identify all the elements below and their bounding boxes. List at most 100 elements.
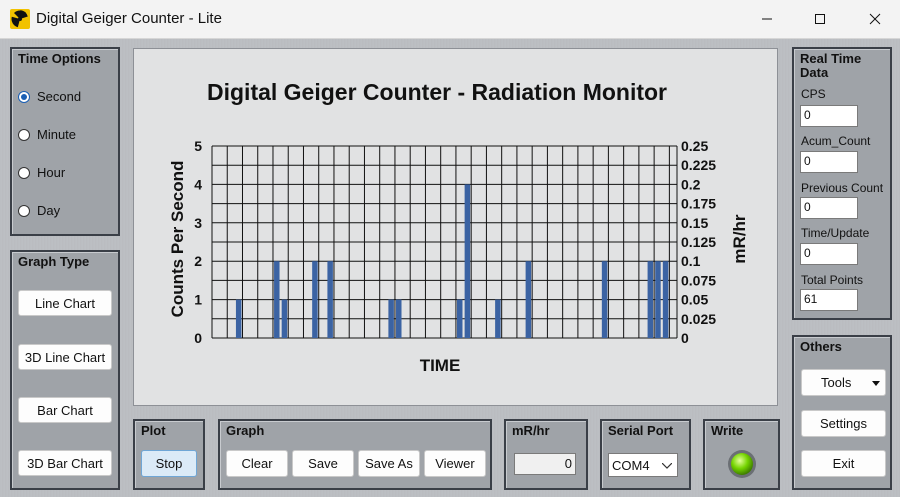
y2-tick-label: 0.125: [681, 234, 716, 250]
x-axis-label: TIME: [420, 356, 461, 375]
graph-title: Graph: [226, 423, 265, 438]
radio-label: Hour: [37, 165, 66, 180]
tools-dropdown[interactable]: Tools: [801, 369, 886, 396]
graph-panel: Graph Clear Save Save As Viewer: [218, 419, 492, 490]
serial-port-title: Serial Port: [608, 423, 674, 438]
write-title: Write: [711, 423, 744, 438]
serial-port-value: COM4: [612, 458, 650, 473]
y-axis-label: Counts Per Second: [168, 161, 187, 318]
plot-panel: Plot Stop: [133, 419, 205, 490]
close-button[interactable]: [852, 0, 898, 38]
graph-type-title: Graph Type: [18, 254, 90, 269]
others-panel: Others Tools Settings Exit: [792, 335, 892, 490]
maximize-button[interactable]: [797, 0, 843, 38]
bar: [601, 261, 608, 338]
save-as-button[interactable]: Save As: [358, 450, 420, 477]
radiation-icon: [10, 9, 30, 29]
serial-port-panel: Serial Port COM4: [600, 419, 691, 490]
mrhr-title: mR/hr: [512, 423, 550, 438]
viewer-button[interactable]: Viewer: [424, 450, 486, 477]
y2-tick-label: 0: [681, 330, 689, 346]
radio-second[interactable]: Second: [18, 89, 81, 104]
total-points-field[interactable]: 61: [800, 289, 858, 311]
3d-line-chart-button[interactable]: 3D Line Chart: [18, 344, 112, 370]
plot-title: Plot: [141, 423, 166, 438]
mrhr-field[interactable]: 0: [514, 453, 576, 475]
y2-axis-ticks: 0 0.025 0.05 0.075 0.1 0.125 0.15 0.175 0.2 0.225…: [681, 138, 716, 346]
chart-title: Digital Geiger Counter - Radiation Monit…: [207, 79, 667, 105]
bar: [281, 299, 288, 338]
bar: [464, 184, 471, 338]
radio-day[interactable]: Day: [18, 203, 60, 218]
cps-label: CPS: [801, 87, 826, 101]
bar: [525, 261, 532, 338]
exit-button[interactable]: Exit: [801, 450, 886, 477]
radio-hour[interactable]: Hour: [18, 165, 65, 180]
title-bar: Digital Geiger Counter - Lite: [0, 0, 900, 39]
y-tick-label: 5: [194, 138, 202, 154]
bar: [388, 299, 394, 338]
bar: [312, 261, 318, 338]
bar: [274, 261, 280, 338]
y2-tick-label: 0.075: [681, 272, 716, 288]
y2-tick-label: 0.225: [681, 157, 716, 173]
time-options-panel: Time Options Second Minute Hour Day: [10, 47, 120, 236]
previous-count-label: Previous Count: [801, 181, 884, 195]
minimize-button[interactable]: [744, 0, 790, 38]
clear-button[interactable]: Clear: [226, 450, 288, 477]
y2-tick-label: 0.05: [681, 292, 708, 308]
bar: [662, 261, 669, 338]
bar: [396, 299, 402, 338]
y-tick-label: 1: [194, 292, 202, 308]
minimize-icon: [762, 18, 772, 20]
bar: [327, 261, 333, 338]
write-led-indicator: [728, 450, 756, 478]
radio-dot: [18, 166, 30, 179]
total-points-label: Total Points: [801, 273, 864, 287]
tools-label: Tools: [821, 375, 852, 390]
bar-chart-button[interactable]: Bar Chart: [18, 397, 112, 423]
line-chart-button[interactable]: Line Chart: [18, 290, 112, 316]
real-time-data-title: Real Time Data: [800, 51, 862, 80]
radio-label: Second: [37, 89, 82, 104]
y2-axis-label: mR/hr: [730, 214, 749, 264]
chevron-down-icon: [662, 463, 672, 469]
previous-count-field[interactable]: 0: [800, 197, 858, 219]
radio-label: Day: [37, 203, 61, 218]
bar: [495, 299, 501, 338]
y2-tick-label: 0.15: [681, 215, 708, 231]
stop-button[interactable]: Stop: [141, 450, 197, 477]
save-button[interactable]: Save: [292, 450, 354, 477]
radio-minute[interactable]: Minute: [18, 127, 76, 142]
y2-tick-label: 0.175: [681, 196, 716, 212]
acum-count-label: Acum_Count: [801, 134, 871, 148]
y-tick-label: 3: [194, 215, 202, 231]
acum-count-field[interactable]: 0: [800, 151, 858, 173]
radio-dot: [18, 204, 30, 217]
y2-tick-label: 0.1: [681, 253, 701, 269]
others-title: Others: [800, 339, 842, 354]
time-update-field[interactable]: 0: [800, 243, 858, 265]
real-time-data-panel: Real Time Data CPS 0 Acum_Count 0 Previo…: [792, 47, 892, 320]
y2-tick-label: 0.025: [681, 311, 716, 327]
cps-field[interactable]: 0: [800, 105, 858, 127]
chart-area: Digital Geiger Counter - Radiation Monit…: [133, 48, 778, 406]
serial-port-select[interactable]: COM4: [608, 453, 678, 477]
radio-dot: [18, 90, 30, 103]
bar: [235, 299, 242, 338]
bar: [655, 261, 661, 338]
write-panel: Write: [703, 419, 780, 490]
y-axis-ticks: 0 1 2 3 4 5: [194, 138, 202, 346]
caret-down-icon: [872, 381, 880, 386]
time-update-label: Time/Update: [801, 226, 870, 240]
mrhr-panel: mR/hr 0: [504, 419, 588, 490]
y-tick-label: 0: [194, 330, 202, 346]
maximize-icon: [815, 14, 825, 24]
3d-bar-chart-button[interactable]: 3D Bar Chart: [18, 450, 112, 476]
settings-button[interactable]: Settings: [801, 410, 886, 437]
y-tick-label: 2: [194, 253, 202, 269]
bar: [457, 299, 463, 338]
graph-type-panel: Graph Type Line Chart 3D Line Chart Bar …: [10, 250, 120, 490]
window-title: Digital Geiger Counter - Lite: [36, 10, 222, 27]
close-icon: [869, 13, 881, 25]
